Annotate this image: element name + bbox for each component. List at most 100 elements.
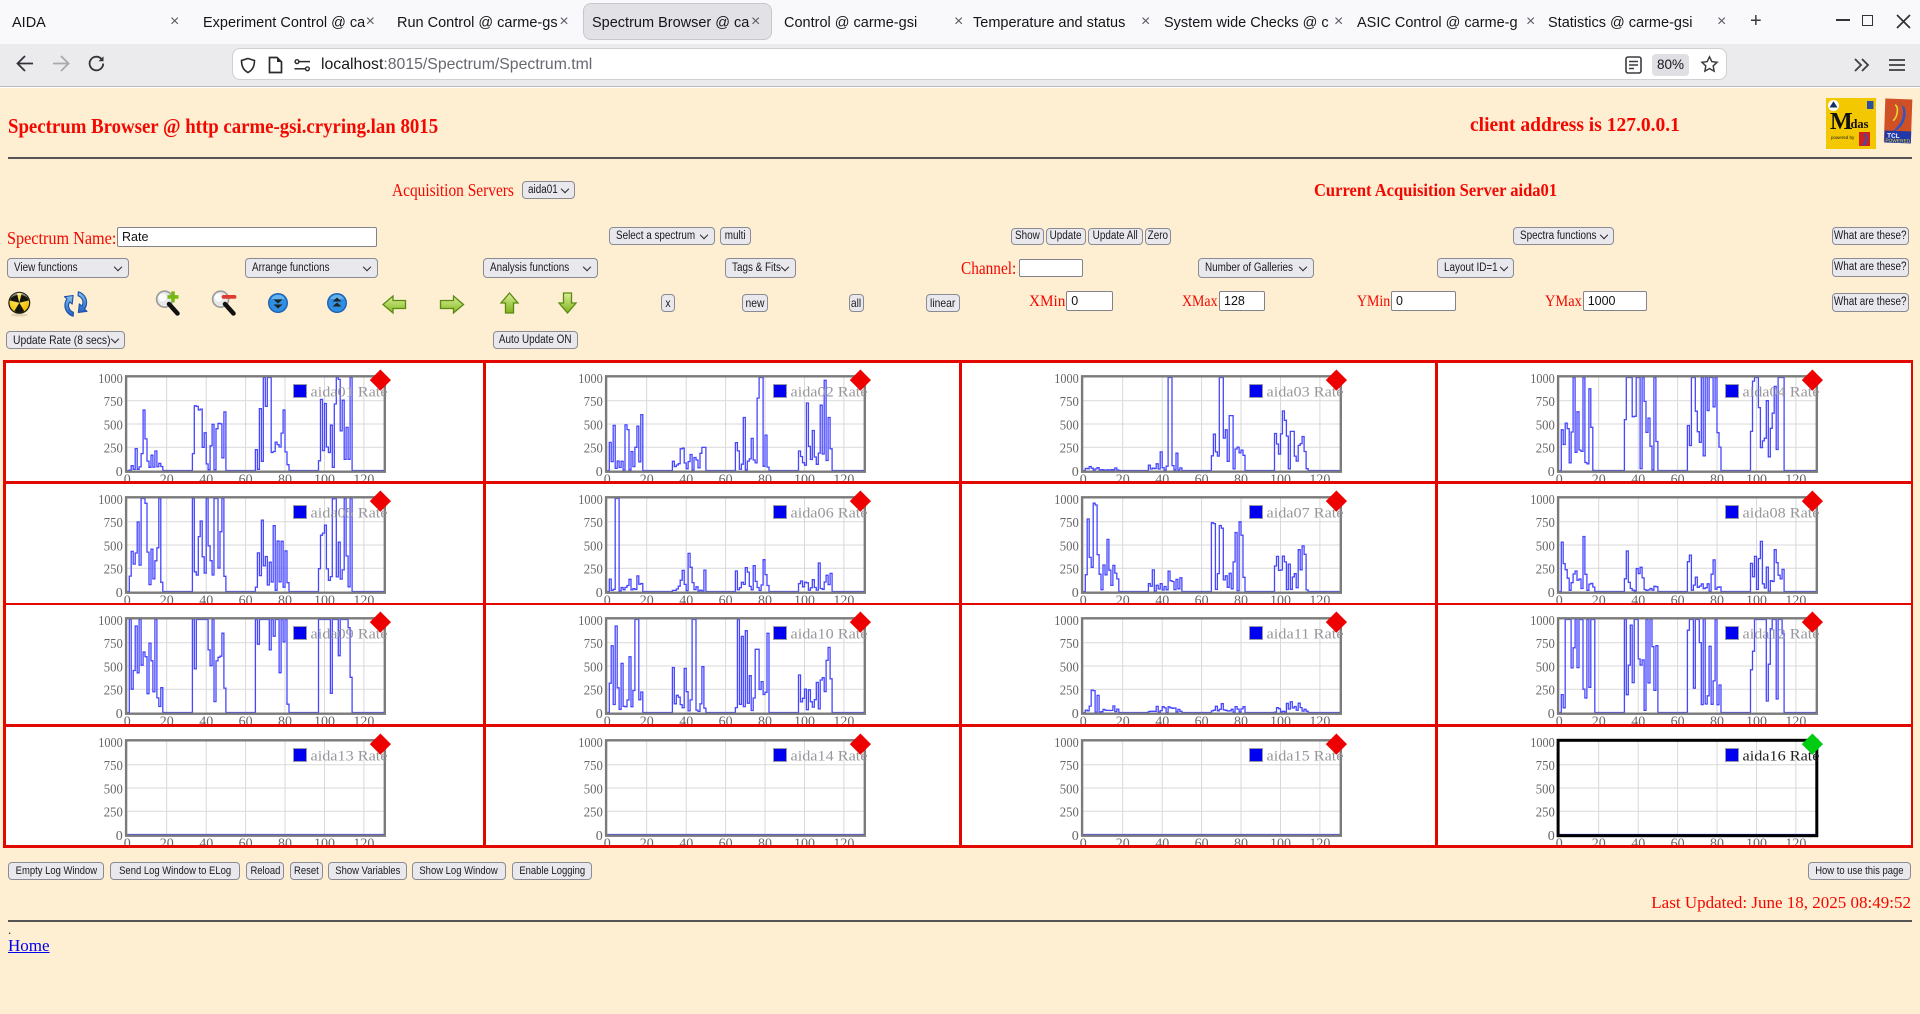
svg-text:0: 0 xyxy=(1547,464,1554,479)
svg-text:1000: 1000 xyxy=(1530,735,1555,750)
svg-text:1000: 1000 xyxy=(98,371,123,386)
svg-text:aida16 Rate: aida16 Rate xyxy=(1742,748,1819,764)
svg-text:aida15 Rate: aida15 Rate xyxy=(1266,748,1343,764)
svg-text:40: 40 xyxy=(1631,836,1645,851)
svg-text:1000: 1000 xyxy=(578,371,603,386)
svg-text:aida06 Rate: aida06 Rate xyxy=(790,505,867,521)
svg-text:500: 500 xyxy=(1535,418,1554,433)
svg-text:250: 250 xyxy=(103,441,122,456)
svg-text:60: 60 xyxy=(238,836,252,851)
svg-text:1000: 1000 xyxy=(578,735,603,750)
svg-text:1000: 1000 xyxy=(98,492,123,507)
svg-text:1000: 1000 xyxy=(1054,735,1079,750)
svg-text:0: 0 xyxy=(1071,707,1078,722)
svg-text:250: 250 xyxy=(1535,562,1554,577)
svg-text:0: 0 xyxy=(1547,707,1554,722)
svg-text:0: 0 xyxy=(595,464,602,479)
svg-text:aida07 Rate: aida07 Rate xyxy=(1266,505,1343,521)
svg-text:aida01 Rate: aida01 Rate xyxy=(310,384,387,400)
svg-text:750: 750 xyxy=(1535,637,1554,652)
svg-text:20: 20 xyxy=(639,836,653,851)
svg-text:750: 750 xyxy=(583,395,602,410)
svg-text:750: 750 xyxy=(1535,759,1554,774)
svg-text:POWERED: POWERED xyxy=(1885,138,1911,145)
svg-text:750: 750 xyxy=(103,516,122,531)
svg-text:500: 500 xyxy=(583,418,602,433)
svg-text:500: 500 xyxy=(103,418,122,433)
svg-text:40: 40 xyxy=(1155,836,1169,851)
svg-text:40: 40 xyxy=(679,836,693,851)
svg-text:250: 250 xyxy=(583,562,602,577)
svg-text:0: 0 xyxy=(1071,585,1078,600)
svg-text:750: 750 xyxy=(1535,395,1554,410)
svg-text:500: 500 xyxy=(1059,660,1078,675)
svg-text:0: 0 xyxy=(595,585,602,600)
svg-text:250: 250 xyxy=(1535,805,1554,820)
svg-text:500: 500 xyxy=(103,782,122,797)
svg-text:500: 500 xyxy=(1059,418,1078,433)
svg-text:80: 80 xyxy=(278,836,292,851)
svg-text:750: 750 xyxy=(583,516,602,531)
svg-text:250: 250 xyxy=(103,562,122,577)
svg-text:500: 500 xyxy=(583,782,602,797)
svg-text:1000: 1000 xyxy=(98,614,123,629)
svg-text:aida05 Rate: aida05 Rate xyxy=(310,505,387,521)
svg-text:60: 60 xyxy=(718,836,732,851)
svg-text:80: 80 xyxy=(758,836,772,851)
svg-text:0: 0 xyxy=(115,585,122,600)
svg-text:aida10 Rate: aida10 Rate xyxy=(790,627,867,643)
svg-text:750: 750 xyxy=(103,637,122,652)
svg-text:500: 500 xyxy=(103,660,122,675)
svg-text:250: 250 xyxy=(583,684,602,699)
svg-text:aida04 Rate: aida04 Rate xyxy=(1742,384,1819,400)
svg-text:0: 0 xyxy=(115,707,122,722)
svg-text:20: 20 xyxy=(1591,836,1605,851)
svg-text:0: 0 xyxy=(1071,828,1078,843)
svg-text:20: 20 xyxy=(1115,836,1129,851)
svg-text:0: 0 xyxy=(1079,836,1086,851)
svg-text:750: 750 xyxy=(583,759,602,774)
svg-text:750: 750 xyxy=(1059,637,1078,652)
svg-text:500: 500 xyxy=(103,539,122,554)
svg-text:100: 100 xyxy=(314,836,335,851)
svg-text:750: 750 xyxy=(1059,516,1078,531)
svg-text:100: 100 xyxy=(794,836,815,851)
svg-text:500: 500 xyxy=(583,660,602,675)
svg-text:250: 250 xyxy=(583,805,602,820)
svg-text:0: 0 xyxy=(595,707,602,722)
svg-text:0: 0 xyxy=(1071,464,1078,479)
svg-text:0: 0 xyxy=(603,836,610,851)
svg-text:20: 20 xyxy=(159,836,173,851)
svg-text:1000: 1000 xyxy=(98,735,123,750)
svg-text:0: 0 xyxy=(595,828,602,843)
svg-text:aida11 Rate: aida11 Rate xyxy=(1266,627,1343,643)
svg-text:100: 100 xyxy=(1270,836,1291,851)
svg-text:250: 250 xyxy=(1535,441,1554,456)
svg-text:aida13 Rate: aida13 Rate xyxy=(310,748,387,764)
svg-text:0: 0 xyxy=(1555,836,1562,851)
svg-text:120: 120 xyxy=(1785,836,1806,851)
svg-text:250: 250 xyxy=(1059,562,1078,577)
svg-text:1000: 1000 xyxy=(1054,492,1079,507)
svg-text:0: 0 xyxy=(123,836,130,851)
svg-text:idas: idas xyxy=(1847,117,1869,131)
svg-text:500: 500 xyxy=(1535,782,1554,797)
svg-text:aida03 Rate: aida03 Rate xyxy=(1266,384,1343,400)
svg-text:750: 750 xyxy=(1535,516,1554,531)
svg-text:aida02 Rate: aida02 Rate xyxy=(790,384,867,400)
svg-text:1000: 1000 xyxy=(1054,614,1079,629)
svg-text:750: 750 xyxy=(1059,395,1078,410)
svg-text:80: 80 xyxy=(1234,836,1248,851)
svg-text:250: 250 xyxy=(1535,684,1554,699)
svg-text:250: 250 xyxy=(103,805,122,820)
svg-text:250: 250 xyxy=(1059,441,1078,456)
svg-text:500: 500 xyxy=(1059,782,1078,797)
svg-text:powered by: powered by xyxy=(1831,135,1855,140)
svg-text:aida09 Rate: aida09 Rate xyxy=(310,627,387,643)
svg-text:1000: 1000 xyxy=(578,492,603,507)
svg-text:1000: 1000 xyxy=(578,614,603,629)
svg-text:aida14 Rate: aida14 Rate xyxy=(790,748,867,764)
svg-text:750: 750 xyxy=(583,637,602,652)
svg-text:aida12 Rate: aida12 Rate xyxy=(1742,627,1819,643)
svg-text:0: 0 xyxy=(1547,828,1554,843)
